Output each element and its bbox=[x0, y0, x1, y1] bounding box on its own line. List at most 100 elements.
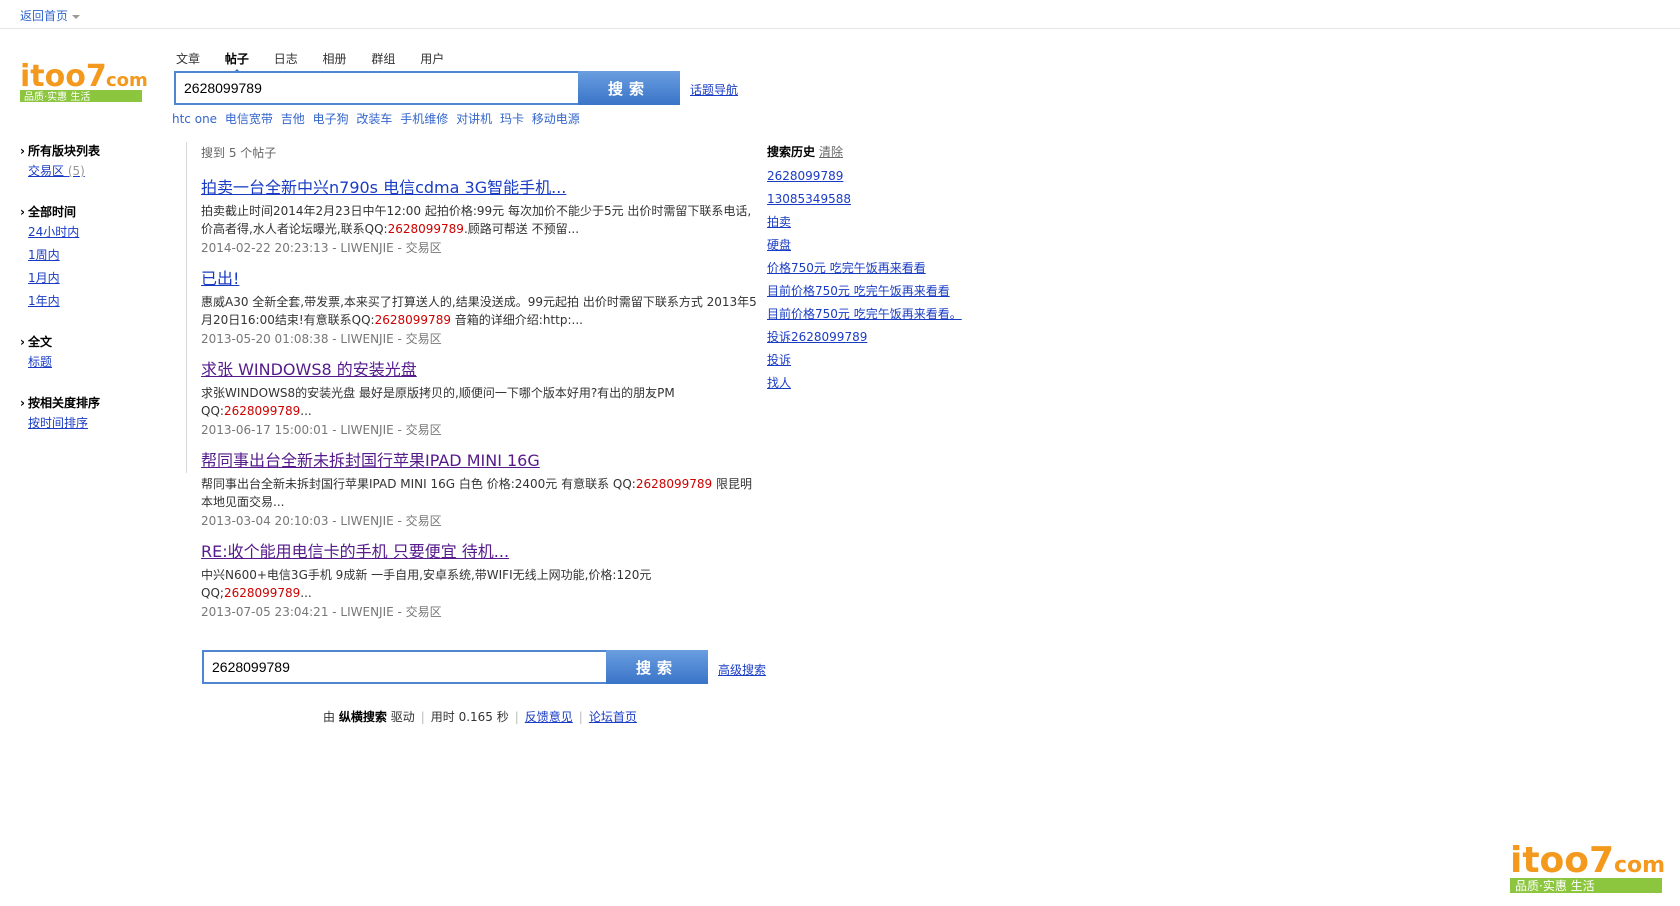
hot-keyword-link[interactable]: 改装车 bbox=[356, 112, 392, 126]
history-item[interactable]: 找人 bbox=[767, 372, 1007, 395]
query-time: 用时 0.165 秒 bbox=[430, 710, 509, 724]
results-count: 搜到 5 个帖子 bbox=[201, 146, 277, 160]
result-title-link[interactable]: 帮同事出台全新未拆封国行苹果IPAD MINI 16G bbox=[201, 451, 761, 473]
footer: 由 纵横搜索 驱动 | 用时 0.165 秒 | 反馈意见 | 论坛首页 bbox=[323, 710, 637, 724]
powered-by-brand: 纵横搜索 bbox=[338, 710, 387, 724]
search-results: 搜到 5 个帖子 拍卖一台全新中兴n790s 电信cdma 3G智能手机... … bbox=[201, 144, 761, 633]
result-highlight: 2628099789 bbox=[223, 404, 301, 418]
result-meta: 2013-06-17 15:00:01 - LIWENJIE - 交易区 bbox=[201, 423, 442, 437]
result-title-link[interactable]: RE:收个能用电信卡的手机 只要便宜 待机... bbox=[201, 542, 761, 564]
forum-home-link[interactable]: 论坛首页 bbox=[589, 710, 637, 724]
result-title-link[interactable]: 已出! bbox=[201, 269, 761, 291]
result-item: 帮同事出台全新未拆封国行苹果IPAD MINI 16G 帮同事出台全新未拆封国行… bbox=[201, 451, 761, 530]
filter-group-title: 全文 bbox=[20, 333, 180, 351]
result-meta: 2014-02-22 20:23:13 - LIWENJIE - 交易区 bbox=[201, 241, 442, 255]
bottom-search-box: 搜索 bbox=[202, 650, 708, 684]
result-snippet: 惠威A30 全新全套,带发票,本来买了打算送人的,结果没送成。99元起拍 出价时… bbox=[201, 295, 757, 327]
result-meta: 2013-03-04 20:10:03 - LIWENJIE - 交易区 bbox=[201, 514, 442, 528]
filter-group-forums: 所有版块列表 交易区 (5) bbox=[20, 142, 180, 183]
history-item[interactable]: 13085349588 bbox=[767, 188, 1007, 211]
result-highlight: 2628099789 bbox=[374, 313, 451, 327]
result-item: RE:收个能用电信卡的手机 只要便宜 待机... 中兴N600+电信3G手机 9… bbox=[201, 542, 761, 621]
filter-label: 交易区 bbox=[28, 164, 65, 178]
footer-logo-graphic: itoo7 com 品质·实惠 生活 bbox=[1510, 840, 1665, 893]
history-item[interactable]: 投诉2628099789 bbox=[767, 326, 1007, 349]
filter-sidebar: 所有版块列表 交易区 (5) 全部时间 24小时内 1周内 1月内 1年内 全文… bbox=[20, 142, 180, 455]
search-input[interactable] bbox=[174, 71, 594, 105]
hot-keyword-link[interactable]: 移动电源 bbox=[532, 112, 580, 126]
back-home-link[interactable]: 返回首页 bbox=[20, 7, 81, 24]
footer-logo-suffix: com bbox=[1614, 853, 1665, 878]
history-item[interactable]: 目前价格750元 吃完午饭再来看看。 bbox=[767, 303, 1007, 326]
filter-group-time: 全部时间 24小时内 1周内 1月内 1年内 bbox=[20, 203, 180, 313]
top-search-box: 搜索 bbox=[174, 71, 680, 105]
history-header: 搜索历史 清除 bbox=[767, 143, 1007, 165]
filter-group-sort: 按相关度排序 按时间排序 bbox=[20, 394, 180, 435]
result-snippet: 中兴N600+电信3G手机 9成新 一手自用,安卓系统,带WIFI无线上网功能,… bbox=[201, 568, 652, 600]
history-item[interactable]: 拍卖 bbox=[767, 211, 1007, 234]
hot-keyword-link[interactable]: 玛卡 bbox=[500, 112, 524, 126]
filter-count: (5) bbox=[67, 164, 85, 178]
top-bar: 返回首页 bbox=[0, 0, 1680, 29]
topic-nav-link[interactable]: 话题导航 bbox=[690, 81, 738, 98]
history-item[interactable]: 2628099789 bbox=[767, 165, 1007, 188]
logo-graphic: itoo7 com 品质·实惠 生活 bbox=[20, 59, 148, 103]
powered-by-suffix: 驱动 bbox=[390, 710, 415, 724]
filter-sort-time[interactable]: 按时间排序 bbox=[28, 412, 180, 435]
history-title: 搜索历史 bbox=[767, 145, 816, 159]
bottom-search-button[interactable]: 搜索 bbox=[606, 650, 708, 684]
feedback-link[interactable]: 反馈意见 bbox=[525, 710, 573, 724]
result-highlight: 2628099789 bbox=[635, 477, 713, 491]
filter-group-title: 全部时间 bbox=[20, 203, 180, 221]
result-item: 拍卖一台全新中兴n790s 电信cdma 3G智能手机... 拍卖截止时间201… bbox=[201, 178, 761, 257]
filter-forum-trade[interactable]: 交易区 (5) bbox=[28, 160, 180, 183]
advanced-search-link[interactable]: 高级搜索 bbox=[718, 661, 766, 678]
powered-by-prefix: 由 bbox=[323, 710, 336, 724]
hot-keyword-link[interactable]: 电信宽带 bbox=[225, 112, 273, 126]
footer-logo-main: itoo7 bbox=[1510, 840, 1614, 881]
result-snippet: 帮同事出台全新未拆封国行苹果IPAD MINI 16G 白色 价格:2400元 … bbox=[201, 477, 753, 509]
filter-scope-title[interactable]: 标题 bbox=[28, 351, 180, 374]
search-type-tabs: 文章 帖子 日志 相册 群组 用户 bbox=[176, 50, 465, 73]
logo-tagline-text: 品质·实惠 生活 bbox=[24, 90, 90, 103]
tab-albums[interactable]: 相册 bbox=[323, 50, 347, 67]
tab-articles[interactable]: 文章 bbox=[176, 50, 200, 67]
result-meta: 2013-07-05 23:04:21 - LIWENJIE - 交易区 bbox=[201, 605, 442, 619]
site-logo[interactable]: itoo7 com 品质·实惠 生活 bbox=[20, 56, 150, 108]
footer-logo: itoo7 com 品质·实惠 生活 bbox=[1510, 836, 1670, 900]
result-highlight: 2628099789 bbox=[223, 586, 301, 600]
hot-keyword-link[interactable]: 电子狗 bbox=[313, 112, 349, 126]
tab-threads[interactable]: 帖子 bbox=[225, 50, 249, 73]
chevron-down-icon[interactable] bbox=[72, 14, 81, 19]
history-item[interactable]: 价格750元 吃完午饭再来看看 bbox=[767, 257, 1007, 280]
search-history: 搜索历史 清除 2628099789 13085349588 拍卖 硬盘 价格75… bbox=[767, 143, 1007, 395]
filter-time-1week[interactable]: 1周内 bbox=[28, 244, 180, 267]
result-snippet: 拍卖截止时间2014年2月23日中午12:00 起拍价格:99元 每次加价不能少… bbox=[201, 204, 752, 236]
tab-blogs[interactable]: 日志 bbox=[274, 50, 298, 67]
result-item: 已出! 惠威A30 全新全套,带发票,本来买了打算送人的,结果没送成。99元起拍… bbox=[201, 269, 761, 348]
history-item[interactable]: 目前价格750元 吃完午饭再来看看 bbox=[767, 280, 1007, 303]
filter-group-title: 按相关度排序 bbox=[20, 394, 180, 412]
hot-keyword-link[interactable]: 对讲机 bbox=[456, 112, 492, 126]
hot-keyword-link[interactable]: 吉他 bbox=[281, 112, 305, 126]
result-highlight: 2628099789 bbox=[387, 222, 464, 236]
tab-groups[interactable]: 群组 bbox=[371, 50, 395, 67]
logo-suffix-text: com bbox=[106, 70, 148, 91]
filter-time-1year[interactable]: 1年内 bbox=[28, 290, 180, 313]
result-title-link[interactable]: 拍卖一台全新中兴n790s 电信cdma 3G智能手机... bbox=[201, 178, 761, 200]
history-item[interactable]: 投诉 bbox=[767, 349, 1007, 372]
hot-keyword-link[interactable]: 手机维修 bbox=[400, 112, 448, 126]
search-button[interactable]: 搜索 bbox=[578, 71, 680, 105]
history-clear-link[interactable]: 清除 bbox=[819, 145, 843, 159]
hot-keywords: htc one 电信宽带 吉他 电子狗 改装车 手机维修 对讲机 玛卡 移动电源 bbox=[172, 110, 584, 127]
sidebar-divider bbox=[186, 142, 187, 473]
result-snippet: 求张WINDOWS8的安装光盘 最好是原版拷贝的,顺便问一下哪个版本好用?有出的… bbox=[201, 386, 675, 418]
hot-keyword-link[interactable]: htc one bbox=[172, 112, 217, 126]
result-title-link[interactable]: 求张 WINDOWS8 的安装光盘 bbox=[201, 360, 761, 382]
result-item: 求张 WINDOWS8 的安装光盘 求张WINDOWS8的安装光盘 最好是原版拷… bbox=[201, 360, 761, 439]
filter-time-1month[interactable]: 1月内 bbox=[28, 267, 180, 290]
tab-users[interactable]: 用户 bbox=[420, 50, 444, 67]
bottom-search-input[interactable] bbox=[202, 650, 622, 684]
filter-time-24h[interactable]: 24小时内 bbox=[28, 221, 180, 244]
history-item[interactable]: 硬盘 bbox=[767, 234, 1007, 257]
